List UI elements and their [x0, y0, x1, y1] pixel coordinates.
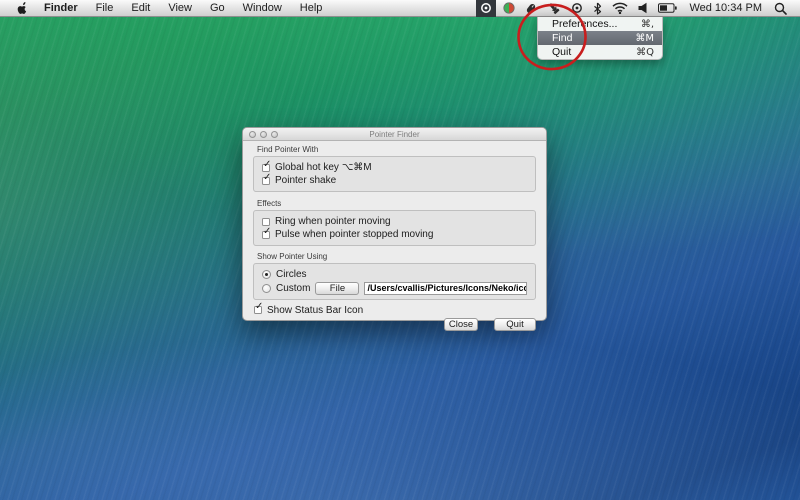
pulse-row: Pulse when pointer stopped moving: [262, 228, 527, 241]
window-content: Find Pointer With Global hot key ⌥⌘M Poi…: [243, 145, 546, 331]
window-controls: [249, 131, 278, 138]
menu-bar-status-area: Wed 10:34 PM: [476, 0, 800, 16]
custom-icon-path-field[interactable]: /Users/cvallis/Pictures/Icons/Neko/icon2: [364, 282, 527, 295]
find-pointer-with-group: Global hot key ⌥⌘M Pointer shake: [253, 156, 536, 192]
custom-row: Custom File /Users/cvallis/Pictures/Icon…: [262, 281, 527, 295]
effects-group: Ring when pointer moving Pulse when poin…: [253, 210, 536, 246]
target-status-icon[interactable]: [568, 0, 586, 17]
pulse-checkbox[interactable]: [262, 231, 270, 239]
show-pointer-using-label: Show Pointer Using: [257, 252, 536, 261]
menu-bar-clock[interactable]: Wed 10:34 PM: [684, 2, 767, 14]
zoom-window-button[interactable]: [271, 131, 278, 138]
menu-item-label: Find: [552, 32, 572, 44]
window-titlebar[interactable]: Pointer Finder: [243, 128, 546, 141]
circles-radio[interactable]: [262, 270, 271, 279]
menu-bar: Finder File Edit View Go Window Help: [0, 0, 800, 17]
menu-item-shortcut: ⌘M: [635, 33, 654, 44]
effects-label: Effects: [257, 199, 536, 208]
show-status-bar-icon-label: Show Status Bar Icon: [267, 305, 363, 316]
circles-label: Circles: [276, 269, 307, 280]
show-pointer-using-group: Circles Custom File /Users/cvallis/Pictu…: [253, 263, 536, 300]
global-hot-key-checkbox[interactable]: [262, 164, 270, 172]
flashlight-status-icon[interactable]: [544, 0, 564, 17]
close-window-button[interactable]: [249, 131, 256, 138]
menu-bar-left: Finder File Edit View Go Window Help: [0, 0, 331, 16]
menu-item-label: Preferences...: [552, 18, 617, 30]
find-pointer-with-label: Find Pointer With: [257, 145, 536, 154]
menu-go[interactable]: Go: [201, 0, 234, 16]
menu-item-quit[interactable]: Quit ⌘Q: [538, 45, 662, 59]
menu-view[interactable]: View: [159, 0, 201, 16]
menu-finder[interactable]: Finder: [35, 0, 87, 16]
menu-item-shortcut: ⌘,: [641, 19, 654, 30]
custom-radio[interactable]: [262, 284, 271, 293]
custom-label: Custom: [276, 283, 310, 294]
ring-checkbox[interactable]: [262, 218, 270, 226]
ring-label: Ring when pointer moving: [275, 216, 391, 227]
volume-icon[interactable]: [635, 0, 651, 17]
apple-icon: [16, 2, 27, 15]
close-button[interactable]: Close: [444, 318, 478, 331]
colored-dot-status-icon[interactable]: [500, 0, 518, 17]
minimize-window-button[interactable]: [260, 131, 267, 138]
file-button[interactable]: File: [315, 282, 359, 295]
bluetooth-icon[interactable]: [590, 0, 605, 17]
menu-item-preferences[interactable]: Preferences... ⌘,: [538, 17, 662, 31]
menu-item-shortcut: ⌘Q: [636, 47, 654, 58]
pulse-label: Pulse when pointer stopped moving: [275, 229, 433, 240]
pointer-shake-checkbox[interactable]: [262, 177, 270, 185]
menu-item-find[interactable]: Find ⌘M: [538, 31, 662, 45]
menu-help[interactable]: Help: [291, 0, 332, 16]
apple-menu[interactable]: [8, 0, 35, 16]
circles-row: Circles: [262, 268, 527, 281]
global-hot-key-label: Global hot key ⌥⌘M: [275, 162, 372, 173]
status-item-menu: Preferences... ⌘, Find ⌘M Quit ⌘Q: [537, 17, 663, 60]
global-hot-key-row: Global hot key ⌥⌘M: [262, 161, 527, 174]
menu-window[interactable]: Window: [234, 0, 291, 16]
menu-edit[interactable]: Edit: [122, 0, 159, 16]
pointer-finder-window: Pointer Finder Find Pointer With Global …: [242, 127, 547, 321]
pointer-shake-row: Pointer shake: [262, 174, 527, 187]
menu-item-label: Quit: [552, 46, 571, 58]
pointer-finder-status-icon[interactable]: [476, 0, 496, 17]
spotlight-icon[interactable]: [771, 0, 790, 17]
pointer-shake-label: Pointer shake: [275, 175, 336, 186]
menu-file[interactable]: File: [87, 0, 123, 16]
window-buttons: Close Quit: [253, 318, 536, 331]
mouse-status-icon[interactable]: [522, 0, 540, 17]
window-title: Pointer Finder: [243, 130, 546, 139]
wifi-icon[interactable]: [609, 0, 631, 17]
show-status-bar-icon-checkbox[interactable]: [254, 306, 262, 314]
show-status-bar-icon-row: Show Status Bar Icon: [254, 305, 536, 315]
ring-row: Ring when pointer moving: [262, 215, 527, 228]
quit-button[interactable]: Quit: [494, 318, 536, 331]
battery-icon[interactable]: [655, 0, 680, 17]
